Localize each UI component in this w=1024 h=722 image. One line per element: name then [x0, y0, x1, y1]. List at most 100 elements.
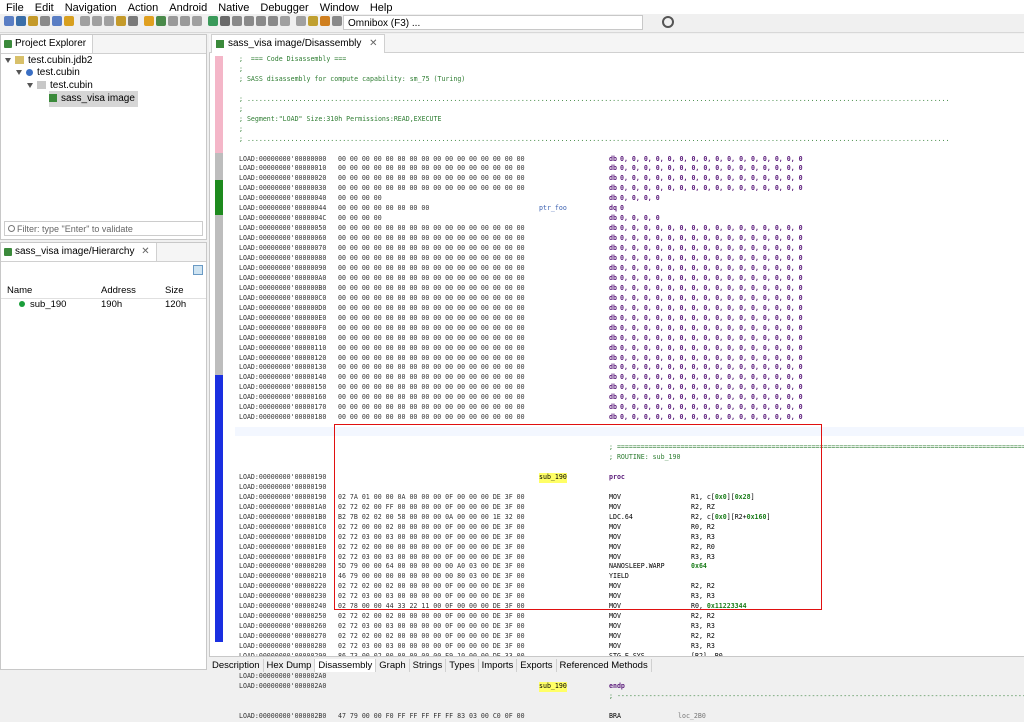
code-line[interactable]: LOAD:00000000'00000180 00 00 00 00 00 00 … [235, 413, 1024, 423]
code-line[interactable]: LOAD:00000000'000000A0 00 00 00 00 00 00 … [235, 274, 1024, 284]
code-line[interactable]: LOAD:00000000'00000000 00 00 00 00 00 00 … [235, 155, 1024, 165]
code-line[interactable]: LOAD:00000000'000002A0 [235, 672, 1024, 682]
code-line[interactable] [235, 702, 1024, 712]
tree-item-sass-visa-image[interactable]: sass_visa image [49, 91, 138, 107]
chevron-down-icon[interactable] [27, 82, 33, 88]
code-line[interactable]: LOAD:00000000'00000110 00 00 00 00 00 00 … [235, 344, 1024, 354]
delete-icon[interactable] [40, 16, 50, 26]
step-out-icon[interactable] [192, 16, 202, 26]
code-line[interactable]: LOAD:00000000'000000F0 00 00 00 00 00 00 … [235, 324, 1024, 334]
tab-hierarchy[interactable]: sass_visa image/Hierarchy ✕ [1, 243, 157, 261]
code-line[interactable]: LOAD:00000000'000000D0 00 00 00 00 00 00 … [235, 304, 1024, 314]
code-line[interactable]: LOAD:00000000'000000B0 00 00 00 00 00 00 … [235, 284, 1024, 294]
navigation-bar[interactable] [215, 56, 223, 642]
column-size[interactable]: Size [165, 285, 183, 296]
chevron-down-icon[interactable] [16, 69, 22, 75]
script-icon[interactable] [320, 16, 330, 26]
attach-icon[interactable] [156, 16, 166, 26]
code-line[interactable]: LOAD:00000000'00000044 00 00 00 00 00 00 … [235, 204, 1024, 214]
code-line[interactable]: LOAD:00000000'00000070 00 00 00 00 00 00 … [235, 244, 1024, 254]
code-line[interactable]: LOAD:00000000'00000020 00 00 00 00 00 00 … [235, 174, 1024, 184]
folder-icon[interactable] [64, 16, 74, 26]
code-line[interactable]: LOAD:00000000'00000160 00 00 00 00 00 00 … [235, 393, 1024, 403]
code-line[interactable]: LOAD:00000000'000000C0 00 00 00 00 00 00 … [235, 294, 1024, 304]
tab-description[interactable]: Description [209, 659, 264, 672]
pause-icon[interactable] [220, 16, 230, 26]
code-line[interactable]: LOAD:00000000'00000260 02 72 03 00 03 00 … [235, 622, 1024, 632]
breakpoint-icon[interactable] [268, 16, 278, 26]
pen-icon[interactable] [144, 16, 154, 26]
code-line[interactable]: LOAD:00000000'000000E0 00 00 00 00 00 00 … [235, 314, 1024, 324]
code-line[interactable]: LOAD:00000000'00000120 00 00 00 00 00 00 … [235, 354, 1024, 364]
code-line[interactable]: LOAD:00000000'00000150 00 00 00 00 00 00 … [235, 383, 1024, 393]
tab-hex-dump[interactable]: Hex Dump [264, 659, 316, 672]
code-line[interactable]: ; --------------------------------------… [235, 692, 1024, 702]
table-row[interactable]: sub_190 190h 120h [1, 299, 206, 312]
code-line[interactable]: ; === Code Disassembly === [235, 55, 1024, 65]
code-line[interactable]: LOAD:00000000'00000050 00 00 00 00 00 00 … [235, 224, 1024, 234]
nav-icon[interactable] [104, 16, 114, 26]
options-icon[interactable] [116, 16, 126, 26]
code-line[interactable]: LOAD:00000000'00000080 00 00 00 00 00 00 … [235, 254, 1024, 264]
code-line[interactable]: LOAD:00000000'00000140 00 00 00 00 00 00 … [235, 373, 1024, 383]
code-line[interactable]: LOAD:00000000'00000250 02 72 02 00 02 00 … [235, 612, 1024, 622]
omnibox-input[interactable]: Omnibox (F3) ... [343, 15, 643, 30]
tab-project-explorer[interactable]: Project Explorer [1, 35, 94, 53]
code-line[interactable] [235, 85, 1024, 95]
tab-graph[interactable]: Graph [376, 659, 410, 672]
new-icon[interactable] [4, 16, 14, 26]
debug-icon[interactable] [208, 16, 218, 26]
code-line[interactable]: LOAD:00000000'00000100 00 00 00 00 00 00 … [235, 334, 1024, 344]
misc-icon[interactable] [332, 16, 342, 26]
code-line[interactable]: LOAD:00000000'00000060 00 00 00 00 00 00 … [235, 234, 1024, 244]
code-line[interactable]: LOAD:00000000'00000090 00 00 00 00 00 00 … [235, 264, 1024, 274]
wrench-icon[interactable] [28, 16, 38, 26]
tab-types[interactable]: Types [446, 659, 479, 672]
tab-imports[interactable]: Imports [479, 659, 518, 672]
code-line[interactable]: LOAD:00000000'000002B0 47 79 00 00 F0 FF … [235, 712, 1024, 722]
code-line[interactable]: LOAD:00000000'00000280 02 72 03 00 03 00 … [235, 642, 1024, 652]
tab-exports[interactable]: Exports [517, 659, 557, 672]
forward-icon[interactable] [92, 16, 102, 26]
run-icon[interactable] [52, 16, 62, 26]
filter-input[interactable]: Filter: type "Enter" to validate [4, 221, 203, 236]
close-icon[interactable]: ✕ [369, 38, 377, 49]
tab-referenced-methods[interactable]: Referenced Methods [557, 659, 652, 672]
code-line[interactable]: LOAD:00000000'000002A0 sub_190 endp [235, 681, 1024, 692]
column-address[interactable]: Address [101, 285, 136, 296]
code-line[interactable]: ; ......................................… [235, 95, 1024, 105]
step-over-icon[interactable] [180, 16, 190, 26]
tab-disassembly-editor[interactable]: sass_visa image/Disassembly ✕ [211, 34, 385, 53]
collapse-all-icon[interactable] [193, 265, 203, 275]
resume-icon[interactable] [244, 16, 254, 26]
code-line[interactable]: LOAD:00000000'00000130 00 00 00 00 00 00 … [235, 363, 1024, 373]
tab-disassembly[interactable]: Disassembly [315, 659, 377, 672]
close-icon[interactable]: ✕ [141, 246, 149, 257]
step-into-icon[interactable] [168, 16, 178, 26]
code-line[interactable]: LOAD:00000000'00000170 00 00 00 00 00 00 … [235, 403, 1024, 413]
back-icon[interactable] [80, 16, 90, 26]
code-line[interactable]: ; ......................................… [235, 135, 1024, 145]
code-line[interactable] [235, 145, 1024, 155]
code-line[interactable]: ; Segment:"LOAD" Size:310h Permissions:R… [235, 115, 1024, 125]
frame-icon[interactable] [296, 16, 306, 26]
column-name[interactable]: Name [7, 285, 32, 296]
code-line[interactable]: LOAD:00000000'0000004C 00 00 00 00 db 0, 0,… [235, 214, 1024, 224]
step-icon[interactable] [128, 16, 138, 26]
plugin-icon[interactable] [308, 16, 318, 26]
code-line[interactable]: LOAD:00000000'00000010 00 00 00 00 00 00 … [235, 164, 1024, 174]
restart-icon[interactable] [256, 16, 266, 26]
thread-icon[interactable] [280, 16, 290, 26]
code-line[interactable]: ; [235, 65, 1024, 75]
save-icon[interactable] [16, 16, 26, 26]
code-line[interactable]: ; [235, 105, 1024, 115]
stop-icon[interactable] [232, 16, 242, 26]
code-line[interactable]: LOAD:00000000'00000030 00 00 00 00 00 00 … [235, 184, 1024, 194]
code-line[interactable]: ; SASS disassembly for compute capabilit… [235, 75, 1024, 85]
tab-strings[interactable]: Strings [410, 659, 447, 672]
chevron-down-icon[interactable] [5, 57, 11, 63]
code-line[interactable]: LOAD:00000000'00000270 02 72 02 00 02 00 … [235, 632, 1024, 642]
code-line[interactable]: LOAD:00000000'00000040 00 00 00 00 db 0, 0,… [235, 194, 1024, 204]
settings-icon[interactable] [662, 16, 674, 28]
code-line[interactable]: ; [235, 125, 1024, 135]
